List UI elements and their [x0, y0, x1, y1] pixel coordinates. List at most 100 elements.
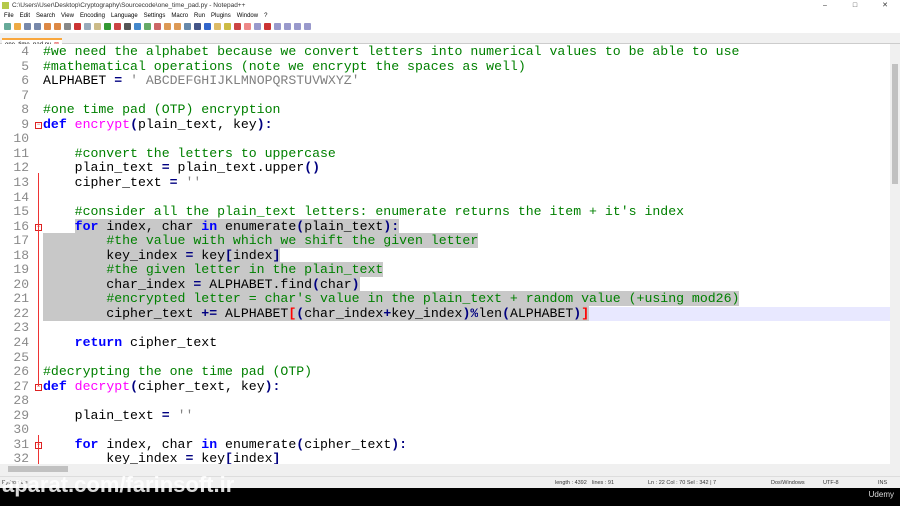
toolbar-button-icon[interactable] [24, 23, 31, 30]
code-line[interactable]: char_index = ALPHABET.find(char) [43, 276, 890, 293]
code-line[interactable] [43, 132, 890, 147]
code-token: = [114, 73, 123, 89]
menu-window[interactable]: Window [237, 11, 258, 21]
code-line[interactable]: cipher_text += ALPHABET[(char_index+key_… [43, 305, 890, 322]
code-token: ): [383, 218, 400, 234]
code-line[interactable]: key_index = key[index] [43, 247, 890, 264]
vertical-scrollbar[interactable] [890, 44, 900, 464]
toolbar-button-icon[interactable] [264, 23, 271, 30]
toolbar-button-icon[interactable] [104, 23, 111, 30]
code-line[interactable]: #convert the letters to uppercase [43, 146, 890, 162]
code-line[interactable]: #one time pad (OTP) encryption [43, 102, 890, 118]
scroll-thumb[interactable] [892, 64, 898, 184]
code-line[interactable] [43, 423, 890, 438]
toolbar-button-icon[interactable] [274, 23, 281, 30]
toolbar-button-icon[interactable] [134, 23, 141, 30]
code-editor[interactable]: 456789−10111213141516−171819202122232425… [0, 44, 890, 464]
menu-search[interactable]: Search [36, 11, 55, 21]
toolbar-button-icon[interactable] [244, 23, 251, 30]
code-line[interactable]: for index, char in enumerate(cipher_text… [43, 436, 890, 453]
toolbar-button-icon[interactable] [124, 23, 131, 30]
toolbar-button-icon[interactable] [114, 23, 121, 30]
menu-run[interactable]: Run [194, 11, 205, 21]
toolbar-button-icon[interactable] [64, 23, 71, 30]
toolbar-button-icon[interactable] [54, 23, 61, 30]
code-line[interactable]: #the value with which we shift the given… [43, 233, 890, 249]
code-token: #the given letter in the plain_text [106, 262, 384, 278]
code-line[interactable] [43, 191, 890, 206]
toolbar-button-icon[interactable] [234, 23, 241, 30]
code-token: def [43, 378, 67, 394]
toolbar-button-icon[interactable] [214, 23, 221, 30]
menu-edit[interactable]: Edit [20, 11, 30, 21]
line-number: 20 [13, 276, 29, 292]
toolbar-button-icon[interactable] [44, 23, 51, 30]
code-token: cipher_text [304, 436, 392, 452]
code-line[interactable]: for index, char in enumerate(plain_text)… [43, 218, 890, 235]
notepad-icon [2, 2, 9, 9]
code-line[interactable]: key_index = key[index] [43, 452, 890, 464]
line-number: 22 [13, 305, 29, 321]
code-line[interactable]: return cipher_text [43, 335, 890, 351]
code-line[interactable]: #mathematical operations (note we encryp… [43, 59, 890, 75]
code-line[interactable]: plain_text = '' [43, 407, 890, 424]
toolbar-button-icon[interactable] [4, 23, 11, 30]
menu-language[interactable]: Language [111, 11, 138, 21]
code-line[interactable] [43, 351, 890, 366]
toolbar-button-icon[interactable] [224, 23, 231, 30]
toolbar-button-icon[interactable] [14, 23, 21, 30]
toolbar-button-icon[interactable] [304, 23, 311, 30]
toolbar-button-icon[interactable] [184, 23, 191, 30]
fold-toggle-icon[interactable]: − [35, 121, 42, 129]
close-button[interactable]: ✕ [870, 0, 900, 11]
toolbar-button-icon[interactable] [294, 23, 301, 30]
line-number: 11 [13, 145, 29, 161]
maximize-button[interactable]: □ [840, 0, 870, 11]
menu-file[interactable]: File [4, 11, 14, 21]
code-line[interactable]: #the given letter in the plain_text [43, 262, 890, 278]
code-line[interactable]: plain_text = plain_text.upper() [43, 161, 890, 176]
menu-macro[interactable]: Macro [171, 11, 188, 21]
toolbar-button-icon[interactable] [94, 23, 101, 30]
menu-help[interactable]: ? [264, 11, 267, 21]
line-number: 10 [13, 131, 29, 147]
code-line[interactable] [43, 321, 890, 336]
code-token: encrypt [74, 116, 131, 132]
code-token: key_index [43, 451, 186, 464]
code-line[interactable]: def decrypt(cipher_text, key): [43, 378, 890, 395]
menu-plugins[interactable]: Plugins [211, 11, 231, 21]
code-token: plain_text [43, 407, 162, 423]
code-line[interactable] [43, 89, 890, 104]
menu-view[interactable]: View [61, 11, 74, 21]
toolbar-button-icon[interactable] [284, 23, 291, 30]
code-line[interactable]: #consider all the plain_text letters: en… [43, 204, 890, 220]
code-line[interactable]: #decrypting the one time pad (OTP) [43, 364, 890, 380]
code-line[interactable]: ALPHABET = ' ABCDEFGHIJKLMNOPQRSTUVWXYZ' [43, 73, 890, 89]
code-line[interactable]: cipher_text = '' [43, 175, 890, 191]
line-number: 19 [13, 262, 29, 278]
code-token: index, char [98, 218, 202, 234]
minimize-button[interactable]: – [810, 0, 840, 11]
code-token: ): [256, 116, 273, 132]
code-token: in [201, 218, 218, 234]
toolbar-button-icon[interactable] [34, 23, 41, 30]
code-line[interactable] [43, 394, 890, 409]
toolbar-button-icon[interactable] [84, 23, 91, 30]
code-token: #we need the alphabet because we convert… [43, 44, 740, 59]
toolbar-button-icon[interactable] [254, 23, 261, 30]
toolbar-button-icon[interactable] [174, 23, 181, 30]
toolbar-button-icon[interactable] [164, 23, 171, 30]
toolbar-button-icon[interactable] [194, 23, 201, 30]
code-line[interactable]: def encrypt(plain_text, key): [43, 116, 890, 133]
toolbar-button-icon[interactable] [74, 23, 81, 30]
code-token: ] [272, 451, 281, 464]
code-line[interactable]: #encrypted letter = char's value in the … [43, 291, 890, 307]
toolbar-button-icon[interactable] [144, 23, 151, 30]
menu-encoding[interactable]: Encoding [80, 11, 105, 21]
menu-settings[interactable]: Settings [144, 11, 166, 21]
code-token: key_index [43, 247, 186, 263]
toolbar-button-icon[interactable] [204, 23, 211, 30]
toolbar-button-icon[interactable] [154, 23, 161, 30]
code-line[interactable]: #we need the alphabet because we convert… [43, 44, 890, 60]
